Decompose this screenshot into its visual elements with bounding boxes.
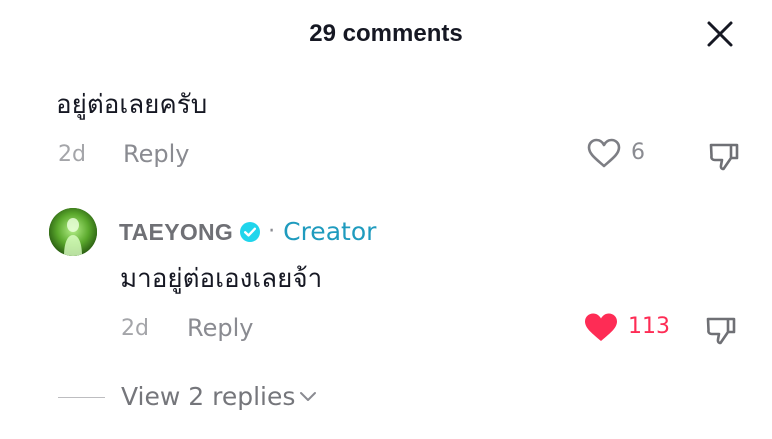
like-button[interactable]: 6 bbox=[586, 137, 645, 169]
dislike-button[interactable] bbox=[701, 310, 741, 350]
comment-timestamp: 2d bbox=[121, 316, 149, 341]
comment-text: อยู่ต่อเลยครับ bbox=[56, 90, 208, 120]
like-count: 113 bbox=[628, 314, 670, 339]
comments-count-title: 29 comments bbox=[309, 20, 463, 47]
creator-label: Creator bbox=[283, 217, 377, 246]
comment-timestamp: 2d bbox=[58, 142, 86, 167]
comment-text: มาอยู่ต่อเองเลยจ้า bbox=[120, 264, 323, 294]
heart-filled-icon bbox=[585, 313, 617, 341]
view-replies-button[interactable]: View 2 replies bbox=[121, 382, 317, 412]
view-replies-label: View 2 replies bbox=[121, 382, 296, 411]
verified-check-icon bbox=[239, 221, 261, 243]
thumbs-down-icon bbox=[709, 143, 739, 171]
like-count: 6 bbox=[631, 140, 645, 165]
reply-button[interactable]: Reply bbox=[187, 314, 253, 342]
author-separator: · bbox=[268, 219, 276, 244]
comment-author-name[interactable]: TAEYONG bbox=[119, 218, 233, 246]
reply-button[interactable]: Reply bbox=[123, 140, 189, 168]
dislike-button[interactable] bbox=[704, 136, 744, 176]
close-icon bbox=[707, 21, 733, 47]
avatar-image bbox=[49, 208, 97, 256]
close-button[interactable] bbox=[700, 14, 740, 54]
like-button-active[interactable]: 113 bbox=[583, 311, 670, 343]
comment-author-row: TAEYONG · Creator bbox=[119, 218, 376, 246]
heart-outline-icon bbox=[587, 138, 621, 168]
replies-divider bbox=[58, 397, 105, 398]
chevron-down-icon bbox=[300, 392, 317, 401]
avatar[interactable] bbox=[49, 208, 97, 256]
thumbs-down-icon bbox=[706, 317, 736, 345]
